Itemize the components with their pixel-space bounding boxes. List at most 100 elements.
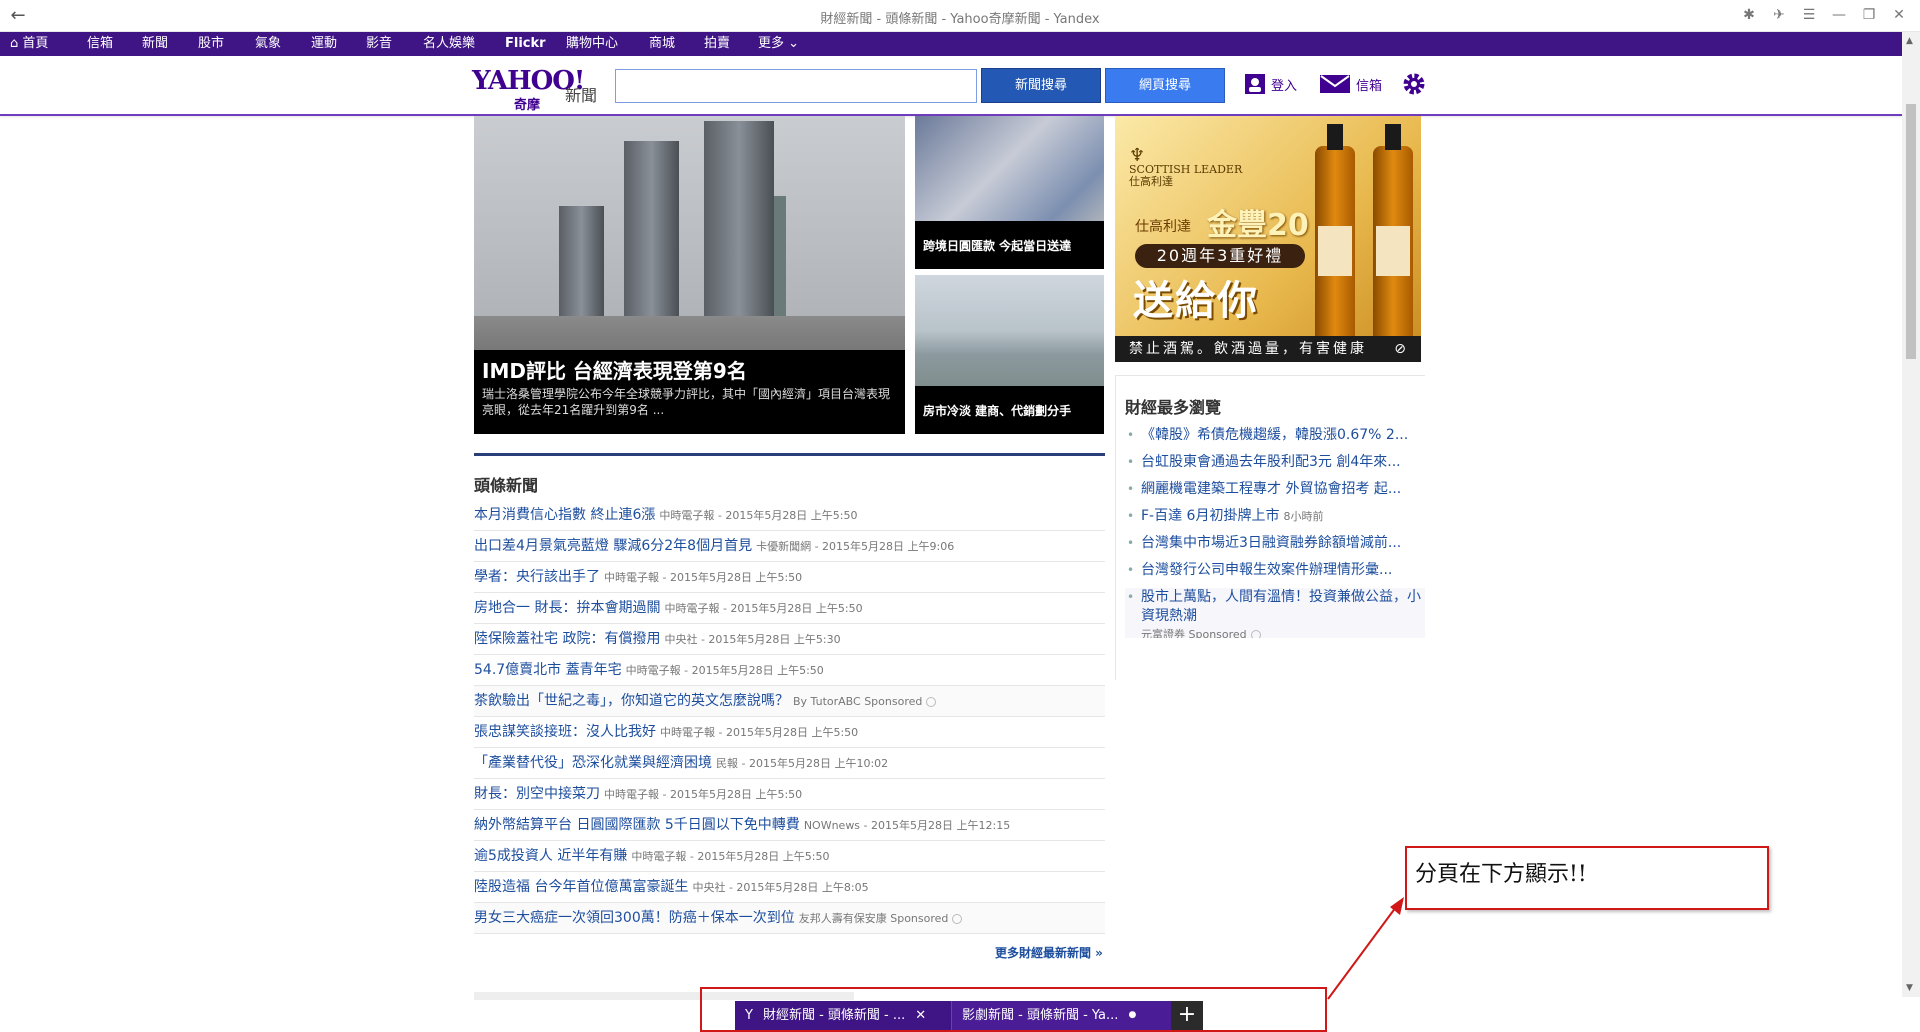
headline-link[interactable]: 逾5成投資人 近半年有賺 <box>474 848 627 864</box>
hero-building <box>704 121 774 341</box>
side-story-card[interactable]: 房市冷淡 建商、代銷劃分手 <box>915 275 1104 434</box>
hero-building <box>624 141 679 341</box>
hero-image <box>474 116 905 336</box>
side-story-card[interactable]: 跨境日圓匯款 今起當日送達 <box>915 116 1104 269</box>
headline-link[interactable]: 房地合一 財長：拚本會期過關 <box>474 600 660 616</box>
scrollbar-thumb[interactable] <box>1906 104 1916 359</box>
most-viewed-link[interactable]: 網麗機電建築工程專才 外貿協會招考 起... <box>1141 481 1401 497</box>
list-item[interactable]: 財長：別空中接菜刀 中時電子報 - 2015年5月28日 上午5:50 <box>474 779 1105 810</box>
list-item[interactable]: 本月消費信心指數 終止連6漲 中時電子報 - 2015年5月28日 上午5:50 <box>474 500 1105 531</box>
ad-brand-cn: 仕高利達 <box>1129 175 1173 188</box>
nav-flickr[interactable]: Flickr <box>505 36 546 52</box>
nav-video[interactable]: 影音 <box>366 36 392 52</box>
bookmark-icon[interactable]: ✈ <box>1766 4 1792 26</box>
search-input[interactable] <box>615 69 977 103</box>
headline-meta: 中時電子報 - 2015年5月28日 上午5:50 <box>631 850 830 863</box>
nav-auction[interactable]: 拍賣 <box>704 36 730 52</box>
headline-link[interactable]: 陸保險蓋社宅 政院：有償撥用 <box>474 631 660 647</box>
nav-stock[interactable]: 股市 <box>198 36 224 52</box>
gear-icon[interactable] <box>1401 71 1427 97</box>
headline-link[interactable]: 陸股造福 台今年首位億萬富豪誕生 <box>474 879 688 895</box>
headline-link[interactable]: 「產業替代役」恐深化就業與經濟困境 <box>474 755 712 771</box>
news-search-button[interactable]: 新聞搜尋 <box>981 68 1101 103</box>
yahoo-nav-bar: ⌂ 首頁 信箱 新聞 股市 氣象 運動 影音 名人娛樂 Flickr 購物中心 … <box>0 32 1902 56</box>
nav-shopping[interactable]: 購物中心 <box>566 36 618 52</box>
nav-celebrity[interactable]: 名人娛樂 <box>423 36 475 52</box>
headline-link[interactable]: 男女三大癌症一次領回300萬！防癌＋保本一次到位 <box>474 910 795 926</box>
hero-caption: IMD評比 台經濟表現登第9名 瑞士洛桑管理學院公布今年全球競爭力評比，其中「國… <box>474 350 905 434</box>
extension-icon[interactable]: ✱ <box>1736 4 1762 26</box>
list-item[interactable]: 台灣發行公司申報生效案件辦理情形彙... <box>1125 561 1425 588</box>
list-item[interactable]: 逾5成投資人 近半年有賺 中時電子報 - 2015年5月28日 上午5:50 <box>474 841 1105 872</box>
list-item[interactable]: 54.7億賣北市 蓋青年宅 中時電子報 - 2015年5月28日 上午5:50 <box>474 655 1105 686</box>
headlines-title: 頭條新聞 <box>474 476 539 495</box>
info-icon[interactable] <box>1250 630 1261 638</box>
headline-link[interactable]: 茶飲驗出「世紀之毒」，你知道它的英文怎麼說嗎？ <box>474 693 789 709</box>
list-item[interactable]: 陸股造福 台今年首位億萬富豪誕生 中央社 - 2015年5月28日 上午8:05 <box>474 872 1105 903</box>
scrollbar[interactable]: ▲ ▼ <box>1902 32 1920 997</box>
headline-link[interactable]: 本月消費信心指數 終止連6漲 <box>474 507 655 523</box>
nav-sports[interactable]: 運動 <box>311 36 337 52</box>
sponsored-list-item[interactable]: 男女三大癌症一次領回300萬！防癌＋保本一次到位 友邦人壽有保安康 Sponsor… <box>474 903 1105 934</box>
list-item[interactable]: 學者：央行該出手了 中時電子報 - 2015年5月28日 上午5:50 <box>474 562 1105 593</box>
headline-link[interactable]: 納外幣結算平台 日圓國際匯款 5千日圓以下免中轉費 <box>474 817 800 833</box>
list-item[interactable]: 《韓股》希債危機趨緩，韓股漲0.67% 2... <box>1125 426 1425 453</box>
headline-link[interactable]: 財長：別空中接菜刀 <box>474 786 600 802</box>
list-item[interactable]: 陸保險蓋社宅 政院：有償撥用 中央社 - 2015年5月28日 上午5:30 <box>474 624 1105 655</box>
sponsored-list-item[interactable]: 股市上萬點，人間有溫情！投資兼做公益，小資現熱潮 元富證券 Sponsored <box>1125 588 1425 638</box>
scroll-up-icon[interactable]: ▲ <box>1906 36 1913 46</box>
most-viewed-link[interactable]: F-百達 6月初掛牌上市 <box>1141 508 1279 524</box>
info-icon[interactable] <box>926 696 937 707</box>
headline-link[interactable]: 出口差4月景氣亮藍燈 驟減6分2年8個月首見 <box>474 538 752 554</box>
browser-titlebar: ← 財經新聞 - 頭條新聞 - Yahoo奇摩新聞 - Yandex ✱ ✈ ☰… <box>0 0 1920 32</box>
list-item[interactable]: 納外幣結算平台 日圓國際匯款 5千日圓以下免中轉費 NOWnews - 2015年… <box>474 810 1105 841</box>
headline-meta: By TutorABC Sponsored <box>793 695 923 708</box>
nav-weather[interactable]: 氣象 <box>255 36 281 52</box>
sponsored-list-item[interactable]: 茶飲驗出「世紀之毒」，你知道它的英文怎麼說嗎？ By TutorABC Spons… <box>474 686 1105 717</box>
most-viewed-link[interactable]: 台灣集中市場近3日融資融券餘額增減前... <box>1141 535 1401 551</box>
headline-link[interactable]: 學者：央行該出手了 <box>474 569 600 585</box>
list-item[interactable]: 台虹股東會通過去年股利配3元 創4年來... <box>1125 453 1425 480</box>
hero-story[interactable]: IMD評比 台經濟表現登第9名 瑞士洛桑管理學院公布今年全球競爭力評比，其中「國… <box>474 116 905 434</box>
headline-link[interactable]: 張忠謀笑談接班：沒人比我好 <box>474 724 656 740</box>
tab-finance-news[interactable]: Y 財經新聞 - 頭條新聞 - ... ✕ <box>735 1001 951 1030</box>
list-item[interactable]: 房地合一 財長：拚本會期過關 中時電子報 - 2015年5月28日 上午5:50 <box>474 593 1105 624</box>
more-news-link[interactable]: 更多財經最新新聞 » <box>995 944 1103 961</box>
list-item[interactable]: F-百達 6月初掛牌上市 8小時前 <box>1125 507 1425 534</box>
list-item[interactable]: 出口差4月景氣亮藍燈 驟減6分2年8個月首見 卡優新聞網 - 2015年5月28日… <box>474 531 1105 562</box>
most-viewed-link[interactable]: 《韓股》希債危機趨緩，韓股漲0.67% 2... <box>1141 427 1408 443</box>
minimize-icon[interactable]: — <box>1826 4 1852 26</box>
nav-news[interactable]: 新聞 <box>142 36 168 52</box>
headline-meta: 友邦人壽有保安康 Sponsored <box>798 912 949 925</box>
nav-mall[interactable]: 商城 <box>649 36 675 52</box>
hero-title[interactable]: IMD評比 台經濟表現登第9名 <box>482 358 897 384</box>
advertisement[interactable]: ♆ SCOTTISH LEADER 仕高利達 仕高利達 金豐20 20週年3重好… <box>1115 116 1421 362</box>
close-tab-icon[interactable]: ✕ <box>915 1001 926 1030</box>
most-viewed-link[interactable]: 股市上萬點，人間有溫情！投資兼做公益，小資現熱潮 <box>1141 589 1421 624</box>
info-icon[interactable] <box>952 913 963 924</box>
headline-meta: 卡優新聞網 - 2015年5月28日 上午9:06 <box>756 540 955 553</box>
login-link[interactable]: 登入 <box>1245 74 1297 94</box>
headline-link[interactable]: 54.7億賣北市 蓋青年宅 <box>474 662 622 678</box>
list-item[interactable]: 網麗機電建築工程專才 外貿協會招考 起... <box>1125 480 1425 507</box>
yahoo-logo[interactable]: YAHOO! 奇摩 新聞 <box>472 66 597 113</box>
new-tab-button[interactable]: + <box>1171 1001 1203 1030</box>
mail-link[interactable]: 信箱 <box>1320 74 1382 94</box>
web-search-button[interactable]: 網頁搜尋 <box>1105 68 1225 103</box>
most-viewed-link[interactable]: 台灣發行公司申報生效案件辦理情形彙... <box>1141 562 1392 578</box>
chevron-down-icon: ⌄ <box>788 36 800 51</box>
column-divider <box>1115 375 1116 680</box>
nav-more[interactable]: 更多 ⌄ <box>758 36 799 52</box>
list-item[interactable]: 「產業替代役」恐深化就業與經濟困境 民報 - 2015年5月28日 上午10:02 <box>474 748 1105 779</box>
scroll-down-icon[interactable]: ▼ <box>1906 983 1913 993</box>
nav-home[interactable]: ⌂ 首頁 <box>10 36 48 52</box>
tab-entertainment-news[interactable]: 影劇新聞 - 頭條新聞 - Ya... ● <box>951 1001 1171 1030</box>
bottle-image <box>1315 124 1355 346</box>
menu-icon[interactable]: ☰ <box>1796 4 1822 26</box>
close-icon[interactable]: ✕ <box>1886 4 1912 26</box>
list-item[interactable]: 張忠謀笑談接班：沒人比我好 中時電子報 - 2015年5月28日 上午5:50 <box>474 717 1105 748</box>
nav-mail[interactable]: 信箱 <box>87 36 113 52</box>
list-item[interactable]: 台灣集中市場近3日融資融券餘額增減前... <box>1125 534 1425 561</box>
most-viewed-link[interactable]: 台虹股東會通過去年股利配3元 創4年來... <box>1141 454 1401 470</box>
restore-icon[interactable]: ❐ <box>1856 4 1882 26</box>
